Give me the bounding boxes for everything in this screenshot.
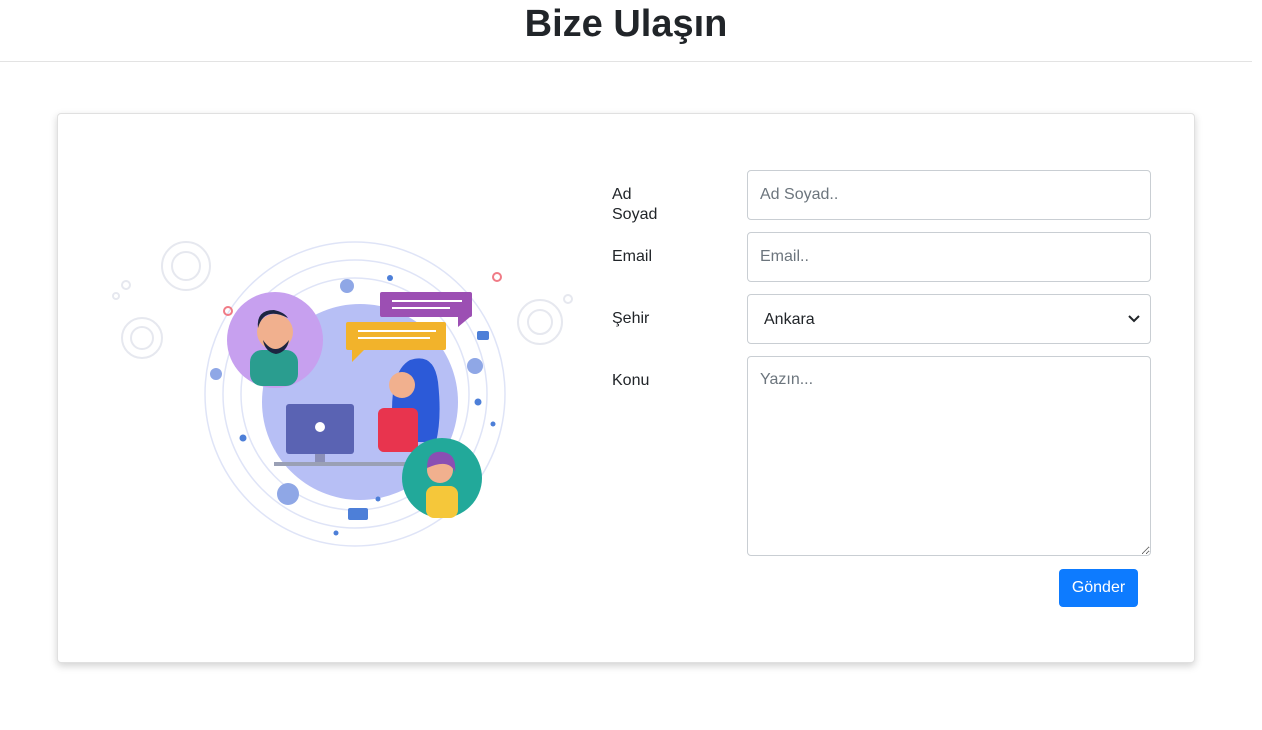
page-header: Bize Ulaşın <box>0 0 1252 62</box>
name-label: Ad Soyad <box>612 186 658 223</box>
page-title: Bize Ulaşın <box>524 3 728 45</box>
city-label: Şehir <box>612 310 650 327</box>
name-input[interactable] <box>747 170 1151 220</box>
subject-label: Konu <box>612 372 650 389</box>
email-input[interactable] <box>747 232 1151 282</box>
contact-illustration <box>112 241 573 547</box>
submit-button[interactable]: Gönder <box>1059 569 1138 607</box>
email-label: Email <box>612 248 653 265</box>
contact-card: Ad Soyad Email Şehir Ankara Konu Gönder <box>57 113 1195 663</box>
subject-textarea[interactable] <box>747 356 1151 556</box>
city-select[interactable]: Ankara <box>747 294 1151 344</box>
city-select-wrapper: Ankara <box>747 294 1151 344</box>
